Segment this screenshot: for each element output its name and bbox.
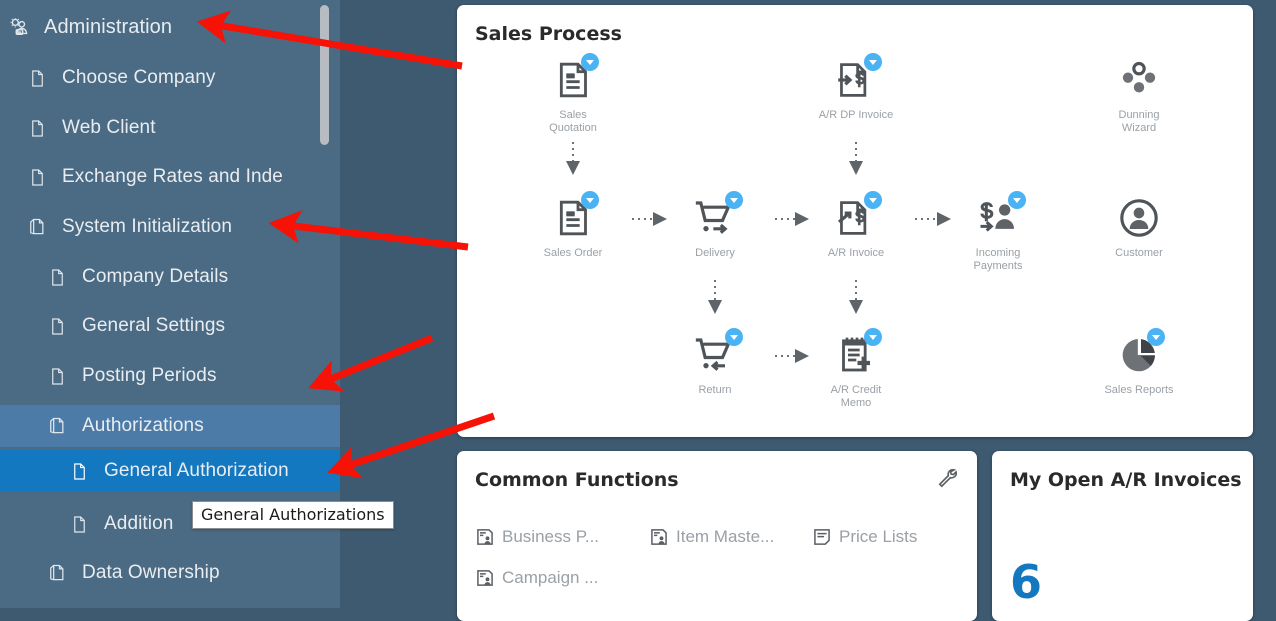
- common-functions-card: Common Functions Business P... Item Mast…: [457, 451, 977, 621]
- dropdown-badge-icon[interactable]: [725, 191, 743, 209]
- page-icon: [66, 458, 92, 484]
- document-arrow-dollar-icon: [796, 53, 916, 105]
- sidebar-item-web-client[interactable]: Web Client: [0, 107, 340, 149]
- process-node-label: Return: [698, 384, 732, 396]
- page-icon: [66, 511, 92, 537]
- dropdown-badge-icon[interactable]: [581, 191, 599, 209]
- notepad-plus-icon: [796, 328, 916, 380]
- sidebar-item-posting-periods[interactable]: Posting Periods: [0, 355, 340, 397]
- common-function-label: Business P...: [502, 527, 600, 546]
- folder-pages-icon: [44, 413, 70, 439]
- dropdown-badge-icon[interactable]: [864, 53, 882, 71]
- sidebar-item-general-authorizations[interactable]: General Authorization: [0, 450, 340, 492]
- sidebar-item-label: Exchange Rates and Inde: [62, 166, 283, 187]
- common-function-label: Campaign ...: [502, 568, 599, 587]
- document-lines-icon: [513, 191, 633, 243]
- business-partner-icon: [475, 527, 495, 547]
- document-out-dollar-icon: [796, 191, 916, 243]
- dunning-dots-icon: [1079, 55, 1199, 105]
- process-node-sales-quotation[interactable]: Sales Quotation: [513, 53, 633, 135]
- vertical-scrollbar[interactable]: [320, 5, 329, 145]
- price-list-icon: [812, 527, 832, 547]
- sidebar-item-label: Choose Company: [62, 67, 216, 88]
- sidebar-item-data-ownership[interactable]: Data Ownership: [0, 552, 340, 594]
- process-node-label: Delivery: [695, 247, 735, 259]
- folder-pages-icon: [44, 560, 70, 586]
- sidebar-item-label: Authorizations: [82, 415, 204, 436]
- my-open-ar-invoices-card: My Open A/R Invoices 6: [992, 451, 1253, 621]
- admin-users-gear-icon: [6, 14, 32, 40]
- process-node-sales-reports[interactable]: Sales Reports: [1079, 328, 1199, 397]
- page-icon: [44, 264, 70, 290]
- process-node-label: A/R Credit Memo: [830, 384, 882, 409]
- process-node-label: Customer: [1115, 247, 1163, 259]
- dropdown-badge-icon[interactable]: [581, 53, 599, 71]
- dropdown-badge-icon[interactable]: [864, 328, 882, 346]
- sidebar-item-exchange-rates[interactable]: Exchange Rates and Inde: [0, 156, 340, 198]
- document-lines-icon: [513, 53, 633, 105]
- cart-in-icon: [655, 328, 775, 380]
- dropdown-badge-icon[interactable]: [725, 328, 743, 346]
- sales-process-card: Sales Process Sales Quotation A/R DP Inv…: [457, 5, 1253, 437]
- pie-chart-icon: [1079, 328, 1199, 380]
- wrench-icon[interactable]: [937, 467, 959, 489]
- page-icon: [44, 363, 70, 389]
- page-title: Common Functions: [475, 469, 679, 491]
- process-node-ar-dp-invoice[interactable]: A/R DP Invoice: [796, 53, 916, 122]
- dollar-person-icon: [938, 191, 1058, 243]
- process-node-delivery[interactable]: Delivery: [655, 191, 775, 260]
- sidebar-item-label: System Initialization: [62, 216, 233, 237]
- page-icon: [24, 65, 50, 91]
- tooltip-general-authorizations: General Authorizations: [192, 501, 394, 529]
- dropdown-badge-icon[interactable]: [864, 191, 882, 209]
- sidebar-item-label: General Authorization: [104, 460, 289, 481]
- cart-out-icon: [655, 191, 775, 243]
- sidebar-item-label: Web Client: [62, 117, 156, 138]
- common-function-price-lists[interactable]: Price Lists: [812, 527, 917, 547]
- sidebar-item-label: Posting Periods: [82, 365, 217, 386]
- sidebar-item-company-details[interactable]: Company Details: [0, 256, 340, 298]
- sidebar-item-label: Data Ownership: [82, 562, 220, 583]
- process-node-customer[interactable]: Customer: [1079, 193, 1199, 260]
- campaign-icon: [475, 568, 495, 588]
- sidebar-item-system-initialization[interactable]: System Initialization: [0, 206, 340, 248]
- process-node-label: Sales Order: [543, 247, 603, 259]
- process-node-dunning-wizard[interactable]: Dunning Wizard: [1079, 55, 1199, 135]
- process-node-return[interactable]: Return: [655, 328, 775, 397]
- sidebar-item-label: General Settings: [82, 315, 226, 336]
- process-node-label: A/R DP Invoice: [818, 109, 894, 121]
- common-function-item-master[interactable]: Item Maste...: [649, 527, 774, 547]
- sidebar-item-label: Administration: [44, 15, 173, 38]
- sidebar-item-choose-company[interactable]: Choose Company: [0, 57, 340, 99]
- common-function-label: Price Lists: [839, 527, 918, 546]
- page-icon: [24, 164, 50, 190]
- sidebar-item-general-settings[interactable]: General Settings: [0, 305, 340, 347]
- dropdown-badge-icon[interactable]: [1008, 191, 1026, 209]
- process-node-ar-credit-memo[interactable]: A/R Credit Memo: [796, 328, 916, 410]
- process-node-sales-order[interactable]: Sales Order: [513, 191, 633, 260]
- process-node-incoming-payments[interactable]: Incoming Payments: [938, 191, 1058, 273]
- process-node-label: Sales Quotation: [549, 109, 597, 134]
- customer-circle-icon: [1079, 193, 1199, 243]
- process-node-label: Dunning Wizard: [1118, 109, 1160, 134]
- sidebar-item-administration[interactable]: Administration: [0, 6, 340, 48]
- sidebar-item-authorizations[interactable]: Authorizations: [0, 405, 340, 447]
- process-node-label: Incoming Payments: [973, 247, 1023, 272]
- page-icon: [24, 115, 50, 141]
- open-invoices-count: 6: [1010, 555, 1043, 609]
- folder-pages-icon: [24, 214, 50, 240]
- common-function-business-partner[interactable]: Business P...: [475, 527, 599, 547]
- process-node-label: A/R Invoice: [827, 247, 885, 259]
- common-function-label: Item Maste...: [676, 527, 775, 546]
- process-node-label: Sales Reports: [1104, 384, 1174, 396]
- page-icon: [44, 313, 70, 339]
- item-master-icon: [649, 527, 669, 547]
- sidebar-item-label: Addition: [104, 513, 174, 534]
- common-function-campaign[interactable]: Campaign ...: [475, 568, 598, 588]
- dropdown-badge-icon[interactable]: [1147, 328, 1165, 346]
- process-node-ar-invoice[interactable]: A/R Invoice: [796, 191, 916, 260]
- sidebar-item-label: Company Details: [82, 266, 229, 287]
- page-title: My Open A/R Invoices: [1010, 469, 1242, 491]
